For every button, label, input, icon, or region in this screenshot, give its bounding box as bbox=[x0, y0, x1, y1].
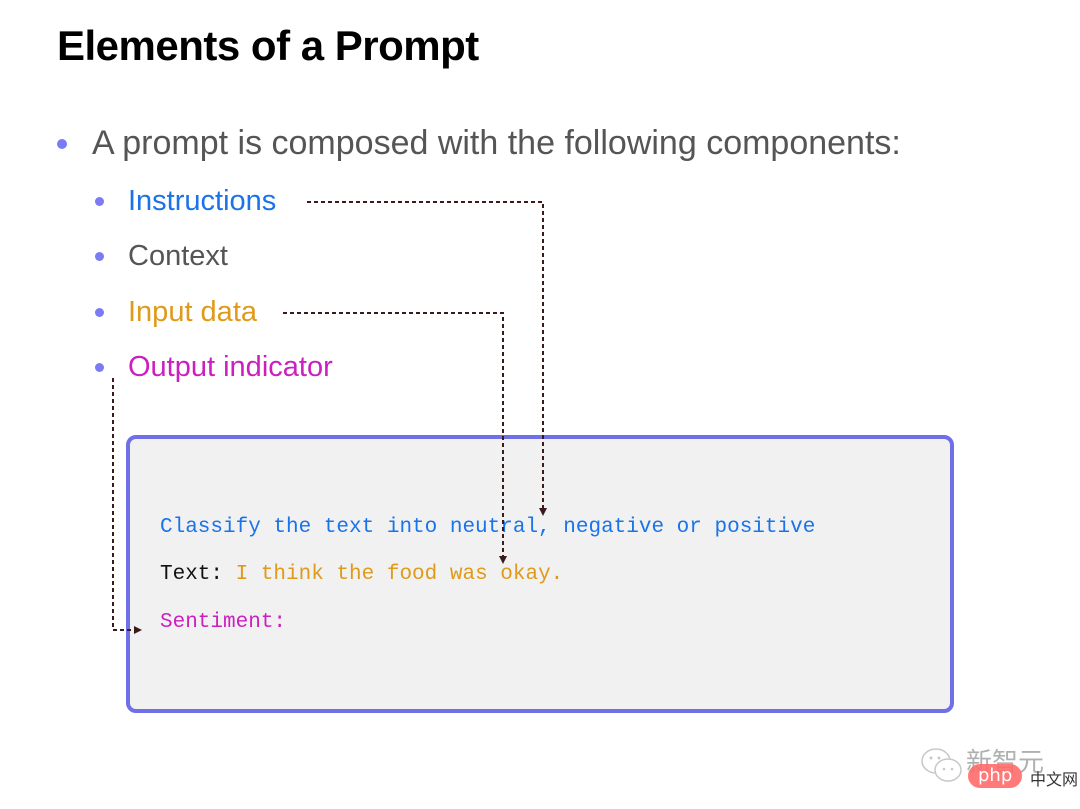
bullet-dot-icon bbox=[95, 252, 104, 261]
example-input-line: Text: I think the food was okay. bbox=[160, 563, 563, 586]
input-prefix: Text: bbox=[160, 563, 236, 586]
bullet-dot-icon bbox=[95, 197, 104, 206]
component-output-indicator: Output indicator bbox=[95, 351, 333, 384]
watermark-php-badge: php bbox=[968, 764, 1023, 788]
bullet-dot-icon bbox=[95, 308, 104, 317]
bullet-dot-icon bbox=[95, 363, 104, 372]
component-label: Instructions bbox=[128, 185, 277, 217]
component-label: Output indicator bbox=[128, 351, 333, 383]
watermark: 新智元 php 中文网 bbox=[918, 740, 1078, 790]
example-output-line: Sentiment: bbox=[160, 611, 287, 634]
wechat-icon bbox=[921, 748, 962, 782]
component-input-data: Input data bbox=[95, 296, 257, 329]
intro-text: A prompt is composed with the following … bbox=[92, 124, 901, 162]
component-context: Context bbox=[95, 240, 228, 273]
component-label: Context bbox=[128, 240, 228, 272]
component-instructions: Instructions bbox=[95, 185, 276, 218]
component-label: Input data bbox=[128, 296, 257, 328]
watermark-site-suffix: 中文网 bbox=[1030, 770, 1079, 789]
input-value: I think the food was okay. bbox=[235, 563, 564, 586]
example-instruction-line: Classify the text into neutral, negative… bbox=[160, 516, 816, 539]
bullet-dot-icon bbox=[57, 138, 67, 149]
slide-title: Elements of a Prompt bbox=[57, 22, 479, 69]
intro-bullet: A prompt is composed with the following … bbox=[57, 124, 901, 163]
